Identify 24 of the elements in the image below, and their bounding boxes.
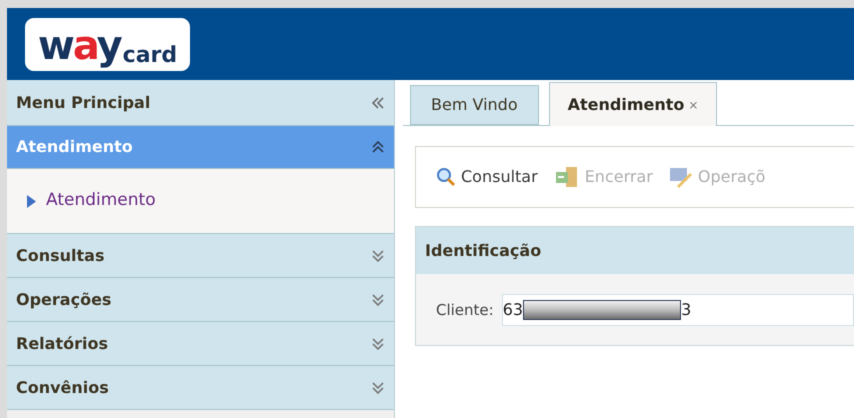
sidebar-title: Menu Principal	[16, 92, 150, 114]
edit-icon	[668, 166, 693, 188]
accordion-header[interactable]: Convênios	[7, 366, 394, 410]
accordion-header[interactable]: Consultas	[7, 234, 394, 278]
accordion-header[interactable]: Relatórios	[7, 322, 394, 366]
client-field[interactable]: 63 3	[502, 294, 854, 326]
expand-icon	[371, 382, 385, 394]
tab[interactable]: Atendimento ×	[548, 82, 718, 126]
expand-icon	[371, 294, 385, 306]
logo-suffix: card	[122, 44, 178, 66]
tab[interactable]: Bem Vindo	[410, 85, 539, 125]
panel-title: Identificação	[425, 240, 542, 262]
collapse-icon[interactable]	[371, 96, 385, 108]
triangle-icon	[27, 194, 36, 208]
expand-icon	[371, 250, 385, 262]
accordion-header[interactable]: Operações	[7, 278, 394, 322]
field-label: Cliente:	[436, 300, 494, 321]
toolbar-button[interactable]: Consultar	[436, 165, 538, 189]
close-icon[interactable]: ×	[688, 96, 698, 114]
collapse-icon	[371, 141, 385, 153]
search-icon	[436, 167, 456, 187]
expand-icon	[371, 338, 385, 350]
door-icon	[554, 166, 580, 188]
logo-wordmark: way	[38, 24, 121, 66]
